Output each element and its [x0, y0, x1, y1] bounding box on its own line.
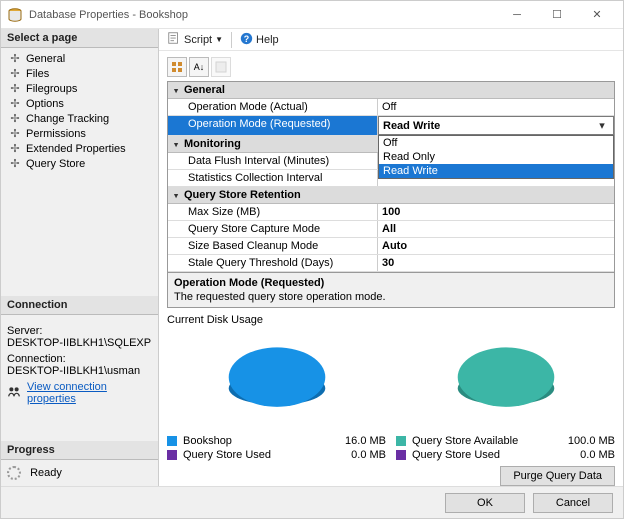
view-connection-properties-link[interactable]: View connection properties	[27, 381, 152, 405]
page-icon: ✢	[9, 97, 21, 110]
chevron-down-icon[interactable]: ▾	[595, 119, 609, 132]
minimize-button[interactable]: ─	[497, 3, 537, 27]
property-grid: ▾General Operation Mode (Actual) Off Ope…	[167, 81, 615, 273]
page-item-files[interactable]: ✢Files	[1, 66, 158, 81]
categorized-button[interactable]	[167, 57, 187, 77]
dd-option-read-write[interactable]: Read Write	[379, 164, 613, 178]
connection-box: Server: DESKTOP-IIBLKH1\SQLEXPRESS Conne…	[1, 315, 158, 411]
connection-header: Connection	[1, 296, 158, 315]
progress-header: Progress	[1, 441, 158, 460]
category-retention[interactable]: ▾Query Store Retention	[168, 187, 614, 204]
window-title: Database Properties - Bookshop	[29, 9, 497, 21]
page-icon: ✢	[9, 112, 21, 125]
content-toolbar: Script ▼ ? Help	[159, 29, 623, 51]
page-icon: ✢	[9, 142, 21, 155]
disk-usage-charts: Bookshop16.0 MB Query Store Used0.0 MB Q…	[159, 330, 623, 462]
page-icon: ✢	[9, 82, 21, 95]
purge-query-data-button[interactable]: Purge Query Data	[500, 466, 615, 486]
database-icon	[7, 7, 23, 23]
toolbar-separator	[231, 32, 232, 48]
svg-text:?: ?	[244, 33, 249, 43]
row-stale-threshold[interactable]: Stale Query Threshold (Days) 30	[168, 255, 614, 272]
category-general[interactable]: ▾General	[168, 82, 614, 99]
cancel-button[interactable]: Cancel	[533, 493, 613, 513]
property-pages-button[interactable]	[211, 57, 231, 77]
chevron-down-icon: ▼	[215, 35, 223, 44]
maximize-button[interactable]: ☐	[537, 3, 577, 27]
legend-row: Query Store Available100.0 MB	[396, 434, 615, 448]
connection-properties-icon	[7, 385, 21, 402]
disk-usage-left: Bookshop16.0 MB Query Store Used0.0 MB	[167, 330, 386, 462]
page-item-options[interactable]: ✢Options	[1, 96, 158, 111]
page-item-permissions[interactable]: ✢Permissions	[1, 126, 158, 141]
swatch-icon	[167, 436, 177, 446]
progress-box: Ready	[1, 460, 158, 486]
property-grid-toolbar: A↓	[167, 57, 615, 77]
pie-chart-database	[212, 330, 342, 428]
page-item-filegroups[interactable]: ✢Filegroups	[1, 81, 158, 96]
pie-chart-query-store	[441, 330, 571, 428]
op-mode-requested-dropdown[interactable]: Read Write ▾	[378, 116, 614, 135]
swatch-icon	[396, 450, 406, 460]
legend-row: Bookshop16.0 MB	[167, 434, 386, 448]
disk-usage-header: Current Disk Usage	[159, 314, 623, 326]
swatch-icon	[396, 436, 406, 446]
legend-row: Query Store Used0.0 MB	[396, 448, 615, 462]
connection-value: DESKTOP-IIBLKH1\usman	[7, 365, 152, 377]
progress-status: Ready	[30, 467, 62, 479]
server-value: DESKTOP-IIBLKH1\SQLEXPRESS	[7, 337, 152, 349]
page-icon: ✢	[9, 127, 21, 140]
script-button[interactable]: Script ▼	[167, 31, 223, 48]
legend-row: Query Store Used0.0 MB	[167, 448, 386, 462]
property-description: Operation Mode (Requested) The requested…	[167, 273, 615, 308]
page-item-extended-properties[interactable]: ✢Extended Properties	[1, 141, 158, 156]
page-icon: ✢	[9, 67, 21, 80]
help-button[interactable]: ? Help	[240, 32, 279, 48]
script-icon	[167, 31, 181, 48]
row-op-mode-actual[interactable]: Operation Mode (Actual) Off	[168, 99, 614, 116]
close-button[interactable]: ✕	[577, 3, 617, 27]
collapse-icon[interactable]: ▾	[168, 84, 184, 97]
row-capture-mode[interactable]: Query Store Capture Mode All	[168, 221, 614, 238]
collapse-icon[interactable]: ▾	[168, 138, 184, 151]
page-item-query-store[interactable]: ✢Query Store	[1, 156, 158, 171]
select-page-header: Select a page	[1, 29, 158, 48]
row-max-size[interactable]: Max Size (MB) 100	[168, 204, 614, 221]
alphabetical-button[interactable]: A↓	[189, 57, 209, 77]
page-item-change-tracking[interactable]: ✢Change Tracking	[1, 111, 158, 126]
row-cleanup-mode[interactable]: Size Based Cleanup Mode Auto	[168, 238, 614, 255]
desc-title: Operation Mode (Requested)	[174, 277, 608, 289]
connection-label: Connection:	[7, 353, 152, 365]
page-item-general[interactable]: ✢General	[1, 51, 158, 66]
page-icon: ✢	[9, 157, 21, 170]
dialog-footer: OK Cancel	[1, 486, 623, 518]
content-panel: Script ▼ ? Help A↓ ▾General Operation Mo…	[159, 29, 623, 486]
swatch-icon	[167, 450, 177, 460]
disk-usage-right: Query Store Available100.0 MB Query Stor…	[396, 330, 615, 462]
desc-body: The requested query store operation mode…	[174, 291, 608, 303]
page-icon: ✢	[9, 52, 21, 65]
row-op-mode-requested[interactable]: Operation Mode (Requested) Read Write ▾	[168, 116, 614, 136]
titlebar: Database Properties - Bookshop ─ ☐ ✕	[1, 1, 623, 29]
page-list: ✢General ✢Files ✢Filegroups ✢Options ✢Ch…	[1, 48, 158, 177]
help-icon: ?	[240, 32, 253, 48]
progress-spinner-icon	[7, 466, 21, 480]
dd-option-off[interactable]: Off	[379, 136, 613, 150]
collapse-icon[interactable]: ▾	[168, 189, 184, 202]
left-panel: Select a page ✢General ✢Files ✢Filegroup…	[1, 29, 159, 486]
server-label: Server:	[7, 325, 152, 337]
op-mode-dropdown-list: Off Read Only Read Write	[378, 135, 614, 179]
dd-option-read-only[interactable]: Read Only	[379, 150, 613, 164]
ok-button[interactable]: OK	[445, 493, 525, 513]
